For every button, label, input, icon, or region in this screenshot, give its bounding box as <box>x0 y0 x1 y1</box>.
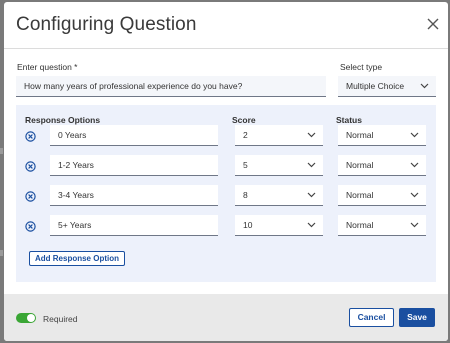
status-select[interactable]: Normal <box>338 125 426 146</box>
toggle-knob <box>27 314 35 322</box>
dialog-title: Configuring Question <box>16 14 197 35</box>
save-button[interactable]: Save <box>399 308 435 327</box>
status-value: Normal <box>346 130 374 140</box>
chevron-down-icon <box>410 162 419 168</box>
dialog-header: Configuring Question <box>4 2 448 49</box>
score-value: 2 <box>243 130 248 140</box>
chevron-down-icon <box>307 192 316 198</box>
status-value: Normal <box>346 160 374 170</box>
status-select[interactable]: Normal <box>338 155 426 176</box>
remove-option-icon[interactable] <box>25 159 36 172</box>
cancel-button[interactable]: Cancel <box>349 308 394 327</box>
score-select[interactable]: 2 <box>235 125 323 146</box>
status-header: Status <box>336 115 362 125</box>
score-select[interactable]: 10 <box>235 215 323 236</box>
chevron-down-icon <box>410 222 419 228</box>
remove-option-icon[interactable] <box>25 219 36 232</box>
score-select[interactable]: 5 <box>235 155 323 176</box>
close-icon[interactable] <box>426 17 440 31</box>
score-value: 10 <box>243 220 253 230</box>
configure-question-dialog: Configuring Question Enter question * Ho… <box>4 2 448 341</box>
question-input[interactable]: How many years of professional experienc… <box>16 76 326 97</box>
backdrop-strip <box>0 148 3 154</box>
add-response-option-button[interactable]: Add Response Option <box>29 251 125 266</box>
response-options-header: Response Options <box>25 115 101 125</box>
required-toggle[interactable] <box>16 313 36 323</box>
status-value: Normal <box>346 220 374 230</box>
chevron-down-icon <box>410 132 419 138</box>
chevron-down-icon <box>307 132 316 138</box>
status-value: Normal <box>346 190 374 200</box>
chevron-down-icon <box>410 192 419 198</box>
score-value: 5 <box>243 160 248 170</box>
chevron-down-icon <box>307 162 316 168</box>
status-select[interactable]: Normal <box>338 185 426 206</box>
dialog-footer: Required Cancel Save <box>4 294 448 341</box>
remove-option-icon[interactable] <box>25 189 36 202</box>
type-select[interactable]: Multiple Choice <box>338 76 436 97</box>
type-label: Select type <box>340 62 383 72</box>
required-label: Required <box>43 314 78 324</box>
score-select[interactable]: 8 <box>235 185 323 206</box>
question-label: Enter question * <box>17 62 78 72</box>
chevron-down-icon <box>307 222 316 228</box>
score-header: Score <box>232 115 256 125</box>
backdrop-strip <box>0 250 3 256</box>
response-option-input[interactable]: 1-2 Years <box>50 155 218 176</box>
response-option-input[interactable]: 3-4 Years <box>50 185 218 206</box>
response-option-input[interactable]: 0 Years <box>50 125 218 146</box>
chevron-down-icon <box>420 83 429 89</box>
type-select-value: Multiple Choice <box>346 81 405 91</box>
response-options-panel: Response Options Score Status 0 Years 2 … <box>16 105 436 282</box>
response-option-input[interactable]: 5+ Years <box>50 215 218 236</box>
status-select[interactable]: Normal <box>338 215 426 236</box>
remove-option-icon[interactable] <box>25 129 36 142</box>
score-value: 8 <box>243 190 248 200</box>
